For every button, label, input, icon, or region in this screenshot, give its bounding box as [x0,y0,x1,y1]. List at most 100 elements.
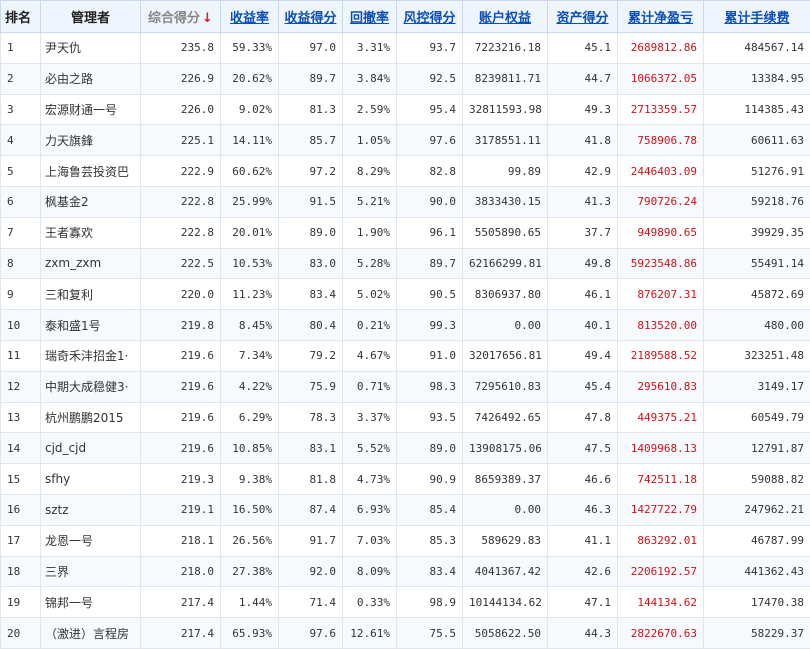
row-score: 225.1 [140,124,221,157]
row-manager-name[interactable]: 三和复利 [40,278,141,311]
row-rank: 9 [0,278,41,311]
row-score: 222.8 [140,216,221,249]
row-asset-score: 46.6 [547,463,618,495]
row-rank: 11 [0,339,41,372]
row-manager-name[interactable]: 锦邦一号 [40,586,141,619]
row-net-profit: 5923548.86 [617,247,704,280]
row-manager-name[interactable]: （激进）言程房 [40,617,141,649]
row-drawdown: 1.05% [342,124,397,157]
row-score: 218.0 [140,555,221,588]
row-manager-name[interactable]: 必由之路 [40,62,141,95]
row-equity: 4041367.42 [462,555,548,588]
row-net-profit: 1427722.79 [617,493,704,526]
row-score: 219.3 [140,463,221,495]
row-manager-name[interactable]: 枫基金2 [40,185,141,218]
header-score-label: 综合得分 [148,11,201,26]
row-net-profit: 790726.24 [617,185,704,218]
row-return-score: 97.2 [278,155,343,187]
row-risk-score: 98.9 [396,586,463,619]
row-asset-score: 47.8 [547,401,618,434]
header-net-profit-link[interactable]: 累计净盈亏 [617,0,704,33]
row-manager-name[interactable]: 泰和盛1号 [40,309,141,341]
row-equity: 3178551.11 [462,124,548,157]
row-return-score: 81.3 [278,93,343,126]
table-row: 11 瑞奇禾沣招金1· 219.6 7.34% 79.2 4.67% 91.0 3201765… [0,339,810,372]
row-fees: 51276.91 [703,155,810,187]
row-manager-name[interactable]: 力天旗鋒 [40,124,141,157]
row-manager-name[interactable]: 瑞奇禾沣招金1· [40,339,141,372]
row-score: 217.4 [140,617,221,649]
row-asset-score: 41.1 [547,524,618,557]
row-net-profit: 144134.62 [617,586,704,619]
row-return-rate: 4.22% [220,370,279,403]
row-asset-score: 46.3 [547,493,618,526]
row-risk-score: 82.8 [396,155,463,187]
header-return-score-link[interactable]: 收益得分 [278,0,343,33]
row-asset-score: 42.9 [547,155,618,187]
row-equity: 0.00 [462,309,548,341]
row-fees: 59218.76 [703,185,810,218]
row-manager-name[interactable]: zxm_zxm [40,247,141,280]
row-drawdown: 7.03% [342,524,397,557]
row-asset-score: 45.4 [547,370,618,403]
row-fees: 13384.95 [703,62,810,95]
row-score: 226.9 [140,62,221,95]
table-row: 1 尹天仇 235.8 59.33% 97.0 3.31% 93.7 7223216.18 45… [0,32,810,64]
row-manager-name[interactable]: 中期大成稳健3· [40,370,141,403]
row-manager-name[interactable]: 王者寡欢 [40,216,141,249]
row-return-rate: 59.33% [220,32,279,64]
row-net-profit: 863292.01 [617,524,704,557]
row-return-rate: 16.50% [220,493,279,526]
ranking-table: 排名 管理者 综合得分 ↓ 收益率 收益得分 回撤率 风控得分 账户权益 资产得分… [0,0,810,649]
row-drawdown: 0.71% [342,370,397,403]
row-net-profit: 2206192.57 [617,555,704,588]
row-net-profit: 2446403.09 [617,155,704,187]
row-drawdown: 1.90% [342,216,397,249]
row-drawdown: 5.28% [342,247,397,280]
row-score: 219.6 [140,432,221,465]
row-rank: 1 [0,32,41,64]
row-asset-score: 37.7 [547,216,618,249]
row-manager-name[interactable]: 宏源财通一号 [40,93,141,126]
row-manager-name[interactable]: 上海鲁芸投资巴 [40,155,141,187]
row-score: 219.8 [140,309,221,341]
row-equity: 62166299.81 [462,247,548,280]
table-row: 19 锦邦一号 217.4 1.44% 71.4 0.33% 98.9 10144134.62… [0,586,810,619]
row-return-rate: 6.29% [220,401,279,434]
row-rank: 5 [0,155,41,187]
row-manager-name[interactable]: 尹天仇 [40,32,141,64]
row-risk-score: 90.9 [396,463,463,495]
row-manager-name[interactable]: cjd_cjd [40,432,141,465]
row-manager-name[interactable]: 龙恩一号 [40,524,141,557]
row-asset-score: 40.1 [547,309,618,341]
row-return-rate: 10.53% [220,247,279,280]
row-return-rate: 9.02% [220,93,279,126]
row-fees: 17470.38 [703,586,810,619]
header-return-rate-link[interactable]: 收益率 [220,0,279,33]
row-manager-name[interactable]: sfhy [40,463,141,495]
row-fees: 39929.35 [703,216,810,249]
row-manager-name[interactable]: 三界 [40,555,141,588]
header-drawdown-link[interactable]: 回撤率 [342,0,397,33]
row-manager-name[interactable]: 杭州鹏鹏2015 [40,401,141,434]
sort-desc-arrow-icon: ↓ [202,11,213,26]
row-rank: 8 [0,247,41,280]
row-equity: 13908175.06 [462,432,548,465]
header-equity-link[interactable]: 账户权益 [462,0,548,33]
row-risk-score: 98.3 [396,370,463,403]
row-manager-name[interactable]: sztz [40,493,141,526]
table-row: 16 sztz 219.1 16.50% 87.4 6.93% 85.4 0.00 46.3 14… [0,493,810,526]
row-net-profit: 1066372.05 [617,62,704,95]
row-return-score: 87.4 [278,493,343,526]
header-score-sort[interactable]: 综合得分 ↓ [140,0,221,33]
row-rank: 10 [0,309,41,341]
row-net-profit: 876207.31 [617,278,704,311]
header-asset-score-link[interactable]: 资产得分 [547,0,618,33]
row-rank: 16 [0,493,41,526]
row-return-rate: 10.85% [220,432,279,465]
header-risk-score-link[interactable]: 风控得分 [396,0,463,33]
row-fees: 484567.14 [703,32,810,64]
header-fees-link[interactable]: 累计手续费 [703,0,810,33]
table-row: 20 （激进）言程房 217.4 65.93% 97.6 12.61% 75.5 505862… [0,617,810,649]
row-score: 217.4 [140,586,221,619]
